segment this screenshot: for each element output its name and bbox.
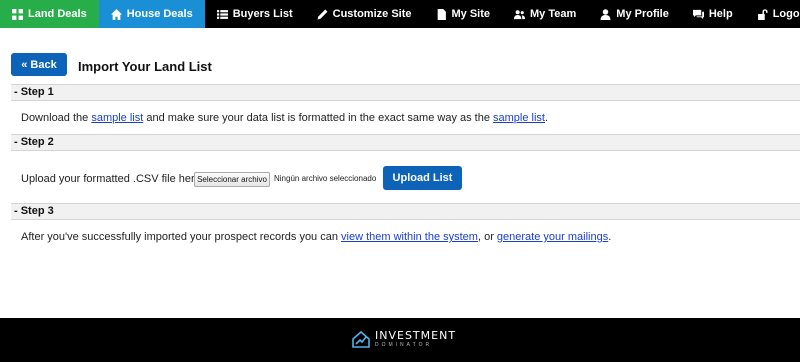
- nav-help[interactable]: Help: [681, 0, 745, 28]
- nav-label: My Team: [530, 8, 577, 20]
- sample-list-link-2[interactable]: sample list: [493, 112, 545, 124]
- nav-label: Logout: [772, 8, 800, 20]
- choose-file-button[interactable]: Seleccionar archivo: [194, 172, 270, 187]
- nav-label: Help: [708, 8, 733, 20]
- step-3-text-c: .: [608, 231, 612, 243]
- top-nav: Land Deals House Deals Buyers List Custo…: [0, 0, 800, 28]
- house-logo-icon: [352, 330, 370, 348]
- nav-label: House Deals: [126, 8, 193, 20]
- unlock-icon: [757, 8, 768, 20]
- nav-label: Land Deals: [28, 8, 87, 20]
- step-1-text-a: Download the: [21, 112, 92, 124]
- step-1-text: Download the sample list and make sure y…: [21, 112, 548, 124]
- nav-buyers-list[interactable]: Buyers List: [205, 0, 305, 28]
- upload-list-button[interactable]: Upload List: [383, 166, 462, 190]
- step-1-text-b: and make sure your data list is formatte…: [143, 112, 494, 124]
- back-button[interactable]: « Back: [11, 53, 67, 76]
- sample-list-link[interactable]: sample list: [91, 112, 143, 124]
- nav-logout[interactable]: Logout: [745, 0, 800, 28]
- logo-text: INVESTMENT DOMINATOR: [375, 330, 456, 348]
- nav-label: Buyers List: [232, 8, 293, 20]
- nav-label: My Site: [451, 8, 491, 20]
- nav-customize-site[interactable]: Customize Site: [305, 0, 424, 28]
- step-1-text-c: .: [545, 112, 549, 124]
- generate-mailings-link[interactable]: generate your mailings: [497, 231, 608, 243]
- list-icon: [216, 9, 228, 19]
- step-3-text: After you've successfully imported your …: [21, 231, 611, 243]
- team-icon: [514, 9, 526, 19]
- home-icon: [110, 8, 122, 20]
- step-2-header: - Step 2: [11, 134, 800, 151]
- nav-label: My Profile: [616, 8, 669, 20]
- nav-land-deals[interactable]: Land Deals: [0, 0, 99, 28]
- step-3-text-b: , or: [477, 231, 497, 243]
- user-icon: [600, 8, 611, 20]
- nav-my-team[interactable]: My Team: [502, 0, 588, 28]
- footer-logo: INVESTMENT DOMINATOR: [351, 329, 456, 349]
- step-3-text-a: After you've successfully imported your …: [21, 231, 342, 243]
- nav-my-site[interactable]: My Site: [424, 0, 503, 28]
- nav-house-deals[interactable]: House Deals: [98, 0, 205, 28]
- upload-label: Upload your formatted .CSV file here:: [21, 173, 204, 185]
- nav-label: Customize Site: [332, 8, 412, 20]
- view-records-link[interactable]: view them within the system: [341, 231, 478, 243]
- grid-icon: [12, 8, 23, 20]
- pencil-icon: [317, 9, 328, 19]
- step-3-header: - Step 3: [11, 203, 800, 220]
- nav-my-profile[interactable]: My Profile: [588, 0, 681, 28]
- logo-main-text: INVESTMENT: [375, 329, 457, 342]
- document-icon: [437, 8, 446, 20]
- chat-icon: [692, 9, 704, 19]
- page-title: Import Your Land List: [78, 59, 212, 74]
- logo-sub-text: DOMINATOR: [375, 342, 433, 348]
- step-1-header: - Step 1: [11, 84, 800, 101]
- file-status: Ningún archivo seleccionado: [274, 174, 377, 183]
